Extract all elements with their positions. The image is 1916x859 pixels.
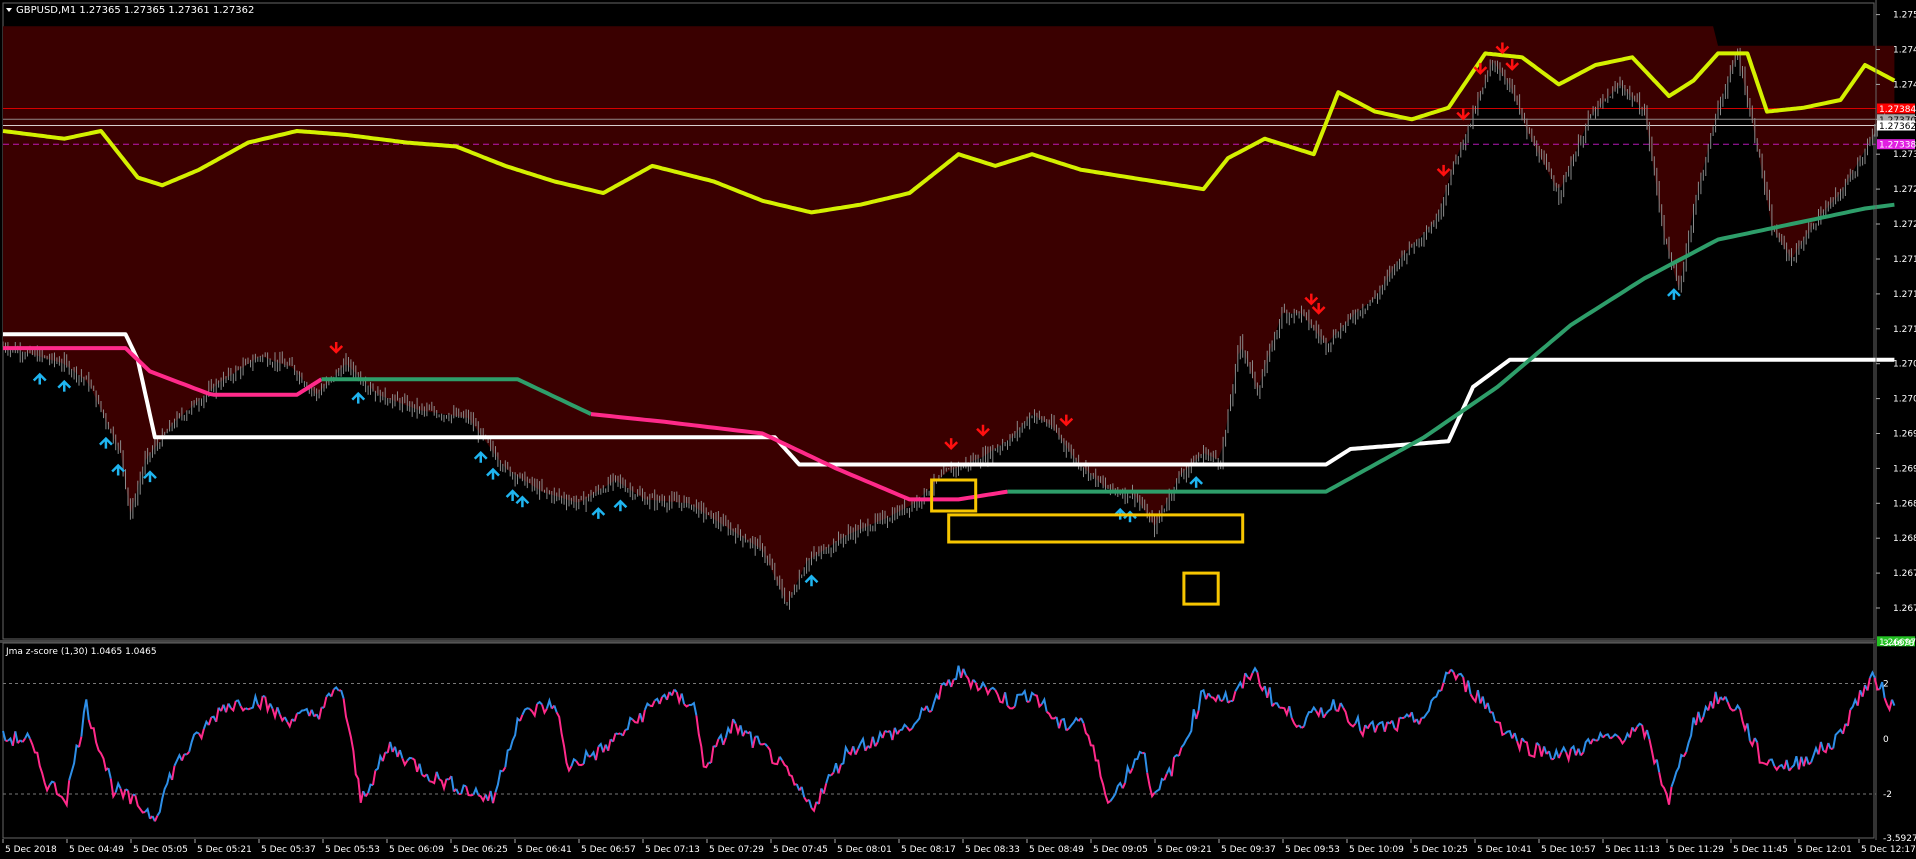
zscore-segment bbox=[1830, 747, 1834, 750]
zscore-segment bbox=[132, 793, 136, 797]
price-tick-label: 1.26875 bbox=[1893, 499, 1916, 509]
time-tick-label: 5 Dec 07:29 bbox=[709, 845, 764, 855]
price-tick-label: 1.27460 bbox=[1893, 46, 1916, 56]
time-tick-label: 5 Dec 10:57 bbox=[1541, 845, 1596, 855]
price-tick-label: 1.27235 bbox=[1893, 220, 1916, 230]
price-tick-label: 1.26785 bbox=[1893, 569, 1916, 579]
price-marker-tag: 1.27338 bbox=[1877, 139, 1916, 151]
oscillator-tick-label: -3.5927 bbox=[1883, 834, 1916, 844]
zscore-segment bbox=[1401, 716, 1405, 720]
price-tick-label: 1.27145 bbox=[1893, 290, 1916, 300]
oscillator-tick-label: 0 bbox=[1883, 735, 1889, 745]
time-tick-label: 5 Dec 06:25 bbox=[453, 845, 508, 855]
price-tick-label: 1.27280 bbox=[1893, 185, 1916, 195]
time-tick-label: 5 Dec 08:33 bbox=[965, 845, 1020, 855]
time-tick-label: 5 Dec 06:57 bbox=[581, 845, 636, 855]
zscore-segment bbox=[1399, 716, 1403, 720]
time-tick-label: 5 Dec 05:21 bbox=[197, 845, 252, 855]
zscore-segment bbox=[245, 707, 249, 711]
time-tick-label: 5 Dec 10:41 bbox=[1477, 845, 1532, 855]
time-tick-label: 5 Dec 10:25 bbox=[1413, 845, 1468, 855]
time-tick-label: 5 Dec 08:17 bbox=[901, 845, 956, 855]
symbol-header-text: GBPUSD,M1 1.27365 1.27365 1.27361 1.2736… bbox=[16, 5, 254, 16]
price-tick-label: 1.26740 bbox=[1893, 604, 1916, 614]
oscillator-tick-label: 2 bbox=[1883, 680, 1889, 690]
zscore-segment bbox=[1301, 725, 1305, 729]
zscore-segment bbox=[1592, 738, 1597, 742]
price-tick-label: 1.27010 bbox=[1893, 395, 1916, 405]
zscore-segment bbox=[1026, 700, 1030, 703]
zscore-segment bbox=[588, 755, 592, 758]
time-tick-label: 5 Dec 12:17 bbox=[1861, 845, 1916, 855]
zscore-segment bbox=[928, 709, 932, 713]
time-tick-label: 5 Dec 08:49 bbox=[1029, 845, 1084, 855]
price-tick-label: 1.27190 bbox=[1893, 255, 1916, 265]
time-tick-label: 5 Dec 07:45 bbox=[773, 845, 828, 855]
oscillator-tick-label: -2 bbox=[1883, 790, 1892, 800]
time-tick-label: 5 Dec 11:29 bbox=[1669, 845, 1724, 855]
time-tick-label: 5 Dec 09:05 bbox=[1093, 845, 1148, 855]
time-tick-label: 5 Dec 08:01 bbox=[837, 845, 892, 855]
time-tick-label: 5 Dec 09:53 bbox=[1285, 845, 1340, 855]
trading-chart[interactable]: GBPUSD,M1 1.27365 1.27365 1.27361 1.2736… bbox=[0, 0, 1916, 859]
time-tick-label: 5 Dec 09:37 bbox=[1221, 845, 1276, 855]
price-tick-label: 1.27055 bbox=[1893, 360, 1916, 370]
time-tick-label: 5 Dec 09:21 bbox=[1157, 845, 1212, 855]
time-tick-label: 5 Dec 06:41 bbox=[517, 845, 572, 855]
zscore-segment bbox=[760, 742, 766, 746]
time-tick-label: 5 Dec 05:37 bbox=[261, 845, 316, 855]
oscillator-tick-label: 3.4678 bbox=[1883, 639, 1915, 649]
time-tick-label: 5 Dec 10:09 bbox=[1349, 845, 1404, 855]
symbol-header: GBPUSD,M1 1.27365 1.27365 1.27361 1.2736… bbox=[6, 5, 254, 16]
zscore-segment bbox=[1220, 699, 1224, 703]
zscore-segment bbox=[125, 788, 129, 792]
time-tick-label: 5 Dec 05:05 bbox=[133, 845, 188, 855]
price-marker-label: 1.27338 bbox=[1879, 141, 1916, 151]
price-tick-label: 1.27505 bbox=[1893, 11, 1916, 21]
time-tick-label: 5 Dec 11:45 bbox=[1733, 845, 1788, 855]
zscore-segment bbox=[1551, 757, 1555, 761]
zscore-segment bbox=[247, 707, 251, 711]
zscore-segment bbox=[1609, 736, 1614, 740]
time-tick-label: 5 Dec 06:09 bbox=[389, 845, 444, 855]
time-tick-label: 5 Dec 2018 bbox=[5, 845, 57, 855]
zscore-segment bbox=[884, 729, 888, 733]
time-tick-label: 5 Dec 11:13 bbox=[1605, 845, 1660, 855]
price-marker-label: 1.27384 bbox=[1879, 105, 1916, 115]
zscore-segment bbox=[615, 732, 619, 736]
time-tick-label: 5 Dec 04:49 bbox=[69, 845, 124, 855]
price-tick-label: 1.26965 bbox=[1893, 430, 1916, 440]
time-tick-label: 5 Dec 12:01 bbox=[1797, 845, 1852, 855]
price-tick-label: 1.27415 bbox=[1893, 80, 1916, 90]
price-marker-tag: 1.27384 bbox=[1877, 103, 1916, 115]
indicator-header-text: Jma z-score (1,30) 1.0465 1.0465 bbox=[5, 647, 157, 657]
price-tick-label: 1.26830 bbox=[1893, 534, 1916, 544]
time-tick-label: 5 Dec 05:53 bbox=[325, 845, 380, 855]
price-tick-label: 1.27100 bbox=[1893, 325, 1916, 335]
zscore-segment bbox=[262, 695, 266, 698]
price-marker-label: 1.27362 bbox=[1879, 122, 1916, 132]
time-tick-label: 5 Dec 07:13 bbox=[645, 845, 700, 855]
price-tick-label: 1.26920 bbox=[1893, 464, 1916, 474]
price-marker-tag: 1.27362 bbox=[1877, 120, 1916, 132]
price-tick-label: 1.27325 bbox=[1893, 150, 1916, 160]
